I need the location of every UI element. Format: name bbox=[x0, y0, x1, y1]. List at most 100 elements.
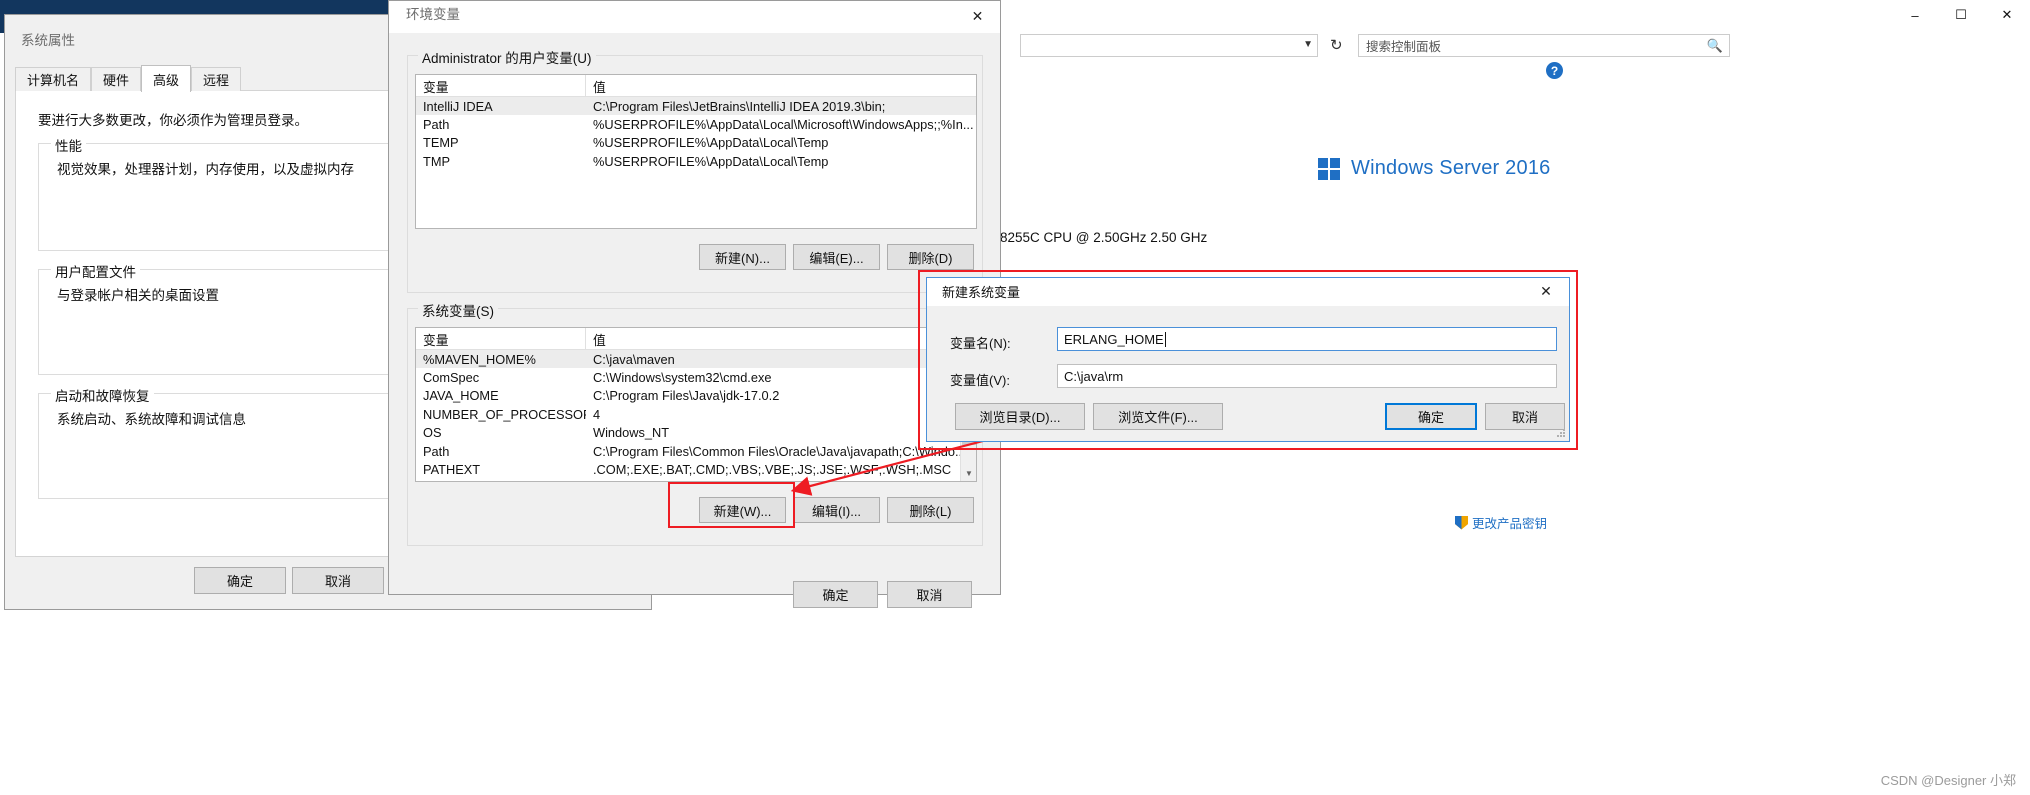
user-variables-header: 变量 值 bbox=[416, 75, 976, 97]
minimize-button[interactable]: – bbox=[1892, 0, 1938, 30]
system-var-name: JAVA_HOME bbox=[423, 388, 499, 404]
user-variables-group: Administrator 的用户变量(U) 变量 值 IntelliJ IDE… bbox=[407, 47, 983, 293]
search-icon: 🔍 bbox=[1706, 38, 1723, 53]
new-system-variable-dialog: 新建系统变量 ✕ 变量名(N): ERLANG_HOME 变量值(V): C:\… bbox=[926, 277, 1570, 442]
system-var-value: Windows_NT bbox=[593, 425, 670, 441]
system-variables-group: 系统变量(S) 变量 值 %MAVEN_HOME% C:\java\maven … bbox=[407, 300, 983, 546]
system-col-variable[interactable]: 变量 bbox=[416, 328, 586, 349]
refresh-icon[interactable]: ↻ bbox=[1330, 36, 1343, 54]
table-row[interactable]: Path C:\Program Files\Common Files\Oracl… bbox=[416, 442, 976, 460]
desktop-backdrop-bottom bbox=[0, 615, 480, 795]
new-var-titlebar: 新建系统变量 ✕ bbox=[927, 278, 1569, 306]
user-var-value: C:\Program Files\JetBrains\IntelliJ IDEA… bbox=[593, 98, 886, 114]
user-profiles-group-legend: 用户配置文件 bbox=[51, 261, 140, 281]
user-var-value: %USERPROFILE%\AppData\Local\Temp bbox=[593, 135, 829, 151]
table-row[interactable]: OS Windows_NT bbox=[416, 424, 976, 442]
table-row[interactable]: JAVA_HOME C:\Program Files\Java\jdk-17.0… bbox=[416, 387, 976, 405]
env-dialog-close-icon[interactable]: ✕ bbox=[955, 1, 1000, 31]
sysprop-ok-button[interactable]: 确定 bbox=[194, 567, 286, 594]
windows-logo-icon bbox=[1318, 157, 1340, 180]
user-var-name: TEMP bbox=[423, 135, 459, 151]
new-var-close-icon[interactable]: ✕ bbox=[1525, 278, 1567, 305]
table-row[interactable]: %MAVEN_HOME% C:\java\maven bbox=[416, 350, 976, 369]
startup-recovery-group-desc: 系统启动、系统故障和调试信息 bbox=[57, 412, 246, 427]
table-row[interactable]: PROCESSOR_ARCHITECTURE AMD64 bbox=[416, 479, 976, 481]
environment-variables-dialog: 环境变量 ✕ Administrator 的用户变量(U) 变量 值 Intel… bbox=[388, 0, 1001, 608]
table-row[interactable]: ComSpec C:\Windows\system32\cmd.exe bbox=[416, 368, 976, 386]
tab-hardware[interactable]: 硬件 bbox=[91, 67, 142, 91]
browse-directory-button[interactable]: 浏览目录(D)... bbox=[955, 403, 1085, 430]
table-row[interactable]: PATHEXT .COM;.EXE;.BAT;.CMD;.VBS;.VBE;.J… bbox=[416, 460, 976, 478]
tab-remote[interactable]: 远程 bbox=[191, 67, 242, 91]
variable-name-input[interactable]: ERLANG_HOME bbox=[1057, 327, 1557, 351]
system-var-value: C:\Program Files\Common Files\Oracle\Jav… bbox=[593, 443, 966, 459]
table-row[interactable]: TEMP %USERPROFILE%\AppData\Local\Temp bbox=[416, 134, 976, 152]
variable-name-label: 变量名(N): bbox=[950, 336, 1011, 351]
change-product-key-link[interactable]: 更改产品密钥 bbox=[1455, 513, 1547, 532]
user-delete-button[interactable]: 删除(D) bbox=[887, 244, 974, 270]
system-properties-tabs: 计算机名 硬件 高级 远程 bbox=[15, 65, 242, 92]
new-var-ok-button[interactable]: 确定 bbox=[1385, 403, 1477, 430]
variable-value-input[interactable]: C:\java\rm bbox=[1057, 364, 1557, 388]
browse-file-button[interactable]: 浏览文件(F)... bbox=[1093, 403, 1223, 430]
system-var-value: .COM;.EXE;.BAT;.CMD;.VBS;.VBE;.JS;.JSE;.… bbox=[593, 462, 952, 478]
table-row[interactable]: NUMBER_OF_PROCESSORS 4 bbox=[416, 405, 976, 423]
system-var-value: 4 bbox=[593, 406, 601, 422]
table-row[interactable]: IntelliJ IDEA C:\Program Files\JetBrains… bbox=[416, 97, 976, 116]
desktop-edge-strip-top bbox=[10, 0, 388, 14]
system-variables-list[interactable]: 变量 值 %MAVEN_HOME% C:\java\maven ComSpec … bbox=[415, 327, 977, 482]
variable-name-value: ERLANG_HOME bbox=[1064, 331, 1164, 347]
search-input[interactable]: 搜索控制面板 🔍 bbox=[1358, 34, 1730, 57]
system-edit-button[interactable]: 编辑(I)... bbox=[793, 497, 880, 523]
user-variables-list[interactable]: 变量 值 IntelliJ IDEA C:\Program Files\JetB… bbox=[415, 74, 977, 229]
env-dialog-body: Administrator 的用户变量(U) 变量 值 IntelliJ IDE… bbox=[389, 33, 1000, 608]
system-variables-header: 变量 值 bbox=[416, 328, 976, 350]
admin-note: 要进行大多数更改，你必须作为管理员登录。 bbox=[38, 113, 308, 128]
table-row[interactable]: Path %USERPROFILE%\AppData\Local\Microso… bbox=[416, 115, 976, 133]
system-var-name: NUMBER_OF_PROCESSORS bbox=[423, 406, 586, 422]
user-edit-button[interactable]: 编辑(E)... bbox=[793, 244, 880, 270]
user-new-button[interactable]: 新建(N)... bbox=[699, 244, 786, 270]
user-profiles-group-desc: 与登录帐户相关的桌面设置 bbox=[57, 288, 219, 303]
system-var-name: PROCESSOR_ARCHITECTURE bbox=[416, 480, 586, 481]
windows-brand-text: Windows Server 2016 bbox=[1351, 157, 1550, 180]
system-var-name: OS bbox=[423, 425, 442, 441]
user-var-name: TMP bbox=[423, 153, 451, 169]
user-var-value: %USERPROFILE%\AppData\Local\Temp bbox=[593, 153, 829, 169]
maximize-button[interactable]: ☐ bbox=[1938, 0, 1984, 30]
watermark: CSDN @Designer 小郑 bbox=[1880, 773, 2016, 788]
address-bar[interactable]: ▼ bbox=[1020, 34, 1318, 57]
system-delete-button[interactable]: 删除(L) bbox=[887, 497, 974, 523]
env-dialog-title: 环境变量 bbox=[406, 7, 460, 22]
system-col-value[interactable]: 值 bbox=[586, 328, 976, 349]
tab-computer-name[interactable]: 计算机名 bbox=[15, 67, 92, 91]
windows-server-branding: Windows Server 2016 bbox=[1318, 157, 1550, 180]
env-ok-button[interactable]: 确定 bbox=[793, 581, 878, 608]
table-row[interactable]: TMP %USERPROFILE%\AppData\Local\Temp bbox=[416, 152, 976, 170]
search-placeholder: 搜索控制面板 bbox=[1366, 40, 1442, 54]
system-var-name: %MAVEN_HOME% bbox=[423, 351, 536, 367]
user-col-variable[interactable]: 变量 bbox=[416, 75, 586, 96]
chevron-down-icon[interactable]: ▼ bbox=[1303, 39, 1313, 50]
resize-grip-icon[interactable] bbox=[1556, 429, 1566, 439]
user-col-value[interactable]: 值 bbox=[586, 75, 976, 96]
shield-icon bbox=[1455, 515, 1468, 530]
variable-value-value: C:\java\rm bbox=[1064, 368, 1124, 384]
system-var-value: C:\Windows\system32\cmd.exe bbox=[593, 370, 772, 386]
sysprop-cancel-button[interactable]: 取消 bbox=[292, 567, 384, 594]
help-icon[interactable]: ? bbox=[1546, 62, 1563, 79]
system-var-value: AMD64 bbox=[586, 480, 976, 481]
text-caret bbox=[1164, 331, 1166, 347]
tab-advanced[interactable]: 高级 bbox=[141, 65, 192, 92]
change-product-key-label: 更改产品密钥 bbox=[1472, 517, 1548, 531]
system-var-name: Path bbox=[423, 443, 450, 459]
control-panel-toolbar: ▼ ↻ 搜索控制面板 🔍 bbox=[1020, 34, 2030, 58]
close-button[interactable]: ✕ bbox=[1984, 0, 2030, 30]
system-var-value: C:\Program Files\Java\jdk-17.0.2 bbox=[593, 388, 780, 404]
new-var-cancel-button[interactable]: 取消 bbox=[1485, 403, 1565, 430]
system-properties-title: 系统属性 bbox=[21, 33, 75, 48]
system-new-button[interactable]: 新建(W)... bbox=[699, 497, 786, 523]
scroll-down-icon[interactable]: ▼ bbox=[961, 465, 976, 481]
env-cancel-button[interactable]: 取消 bbox=[887, 581, 972, 608]
control-panel-window-buttons: – ☐ ✕ bbox=[1892, 0, 2030, 30]
